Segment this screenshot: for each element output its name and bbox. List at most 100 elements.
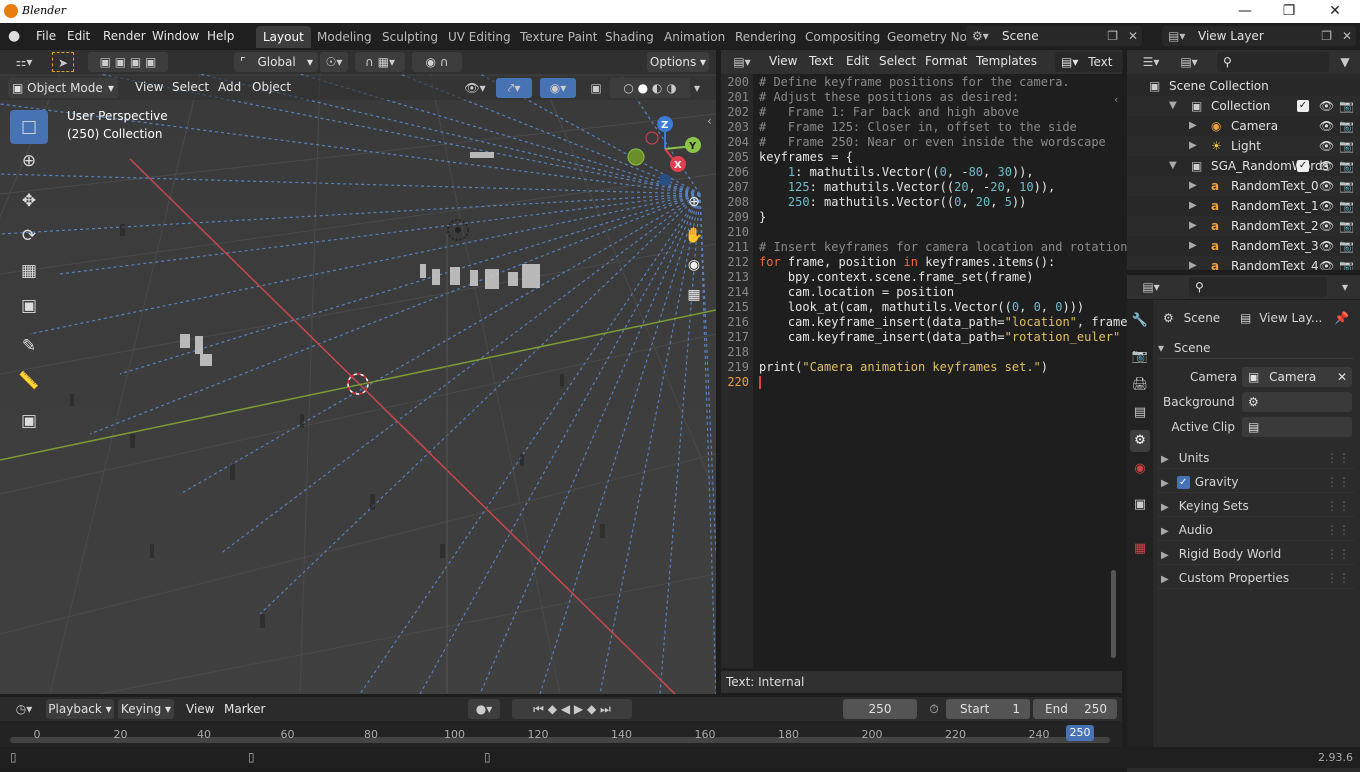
viewport-menu-object[interactable]: Object <box>250 78 293 96</box>
code-line[interactable]: keyframes = { <box>759 150 853 165</box>
playhead-frame[interactable]: 250 <box>1066 725 1094 741</box>
overlays-toggle-icon[interactable]: ◉▾ <box>540 78 576 98</box>
text-menu-view[interactable]: View <box>767 52 799 70</box>
text-menu-select[interactable]: Select <box>877 52 918 70</box>
scene-tab-icon[interactable]: ⚙ <box>1130 430 1150 452</box>
expand-down-icon[interactable]: ▼ <box>1169 96 1177 116</box>
exclude-checkbox[interactable]: ✓ <box>1297 160 1309 172</box>
code-line[interactable]: look_at(cam, mathutils.Vector((0, 0, 0))… <box>759 300 1084 315</box>
object-mode-dropdown[interactable]: ▣ Object Mode ▾ <box>8 78 118 98</box>
timeline-menu-marker[interactable]: Marker <box>222 700 267 718</box>
text-scrollbar[interactable] <box>1111 570 1116 658</box>
play-icon[interactable]: ▶ <box>574 702 583 716</box>
view-layer-selector[interactable]: ▤▾ View Layer ❐ ✕ <box>1162 26 1356 46</box>
end-frame-field[interactable]: End 250 <box>1033 699 1117 719</box>
properties-options-icon[interactable]: ▾ <box>1335 277 1355 297</box>
current-frame-field[interactable]: 250 <box>843 699 917 719</box>
camera-view-icon[interactable]: ◉ <box>684 257 704 277</box>
play-reverse-icon[interactable]: ◀ <box>561 702 570 716</box>
outliner-row[interactable]: ▶ a RandomText_2 👁 📷 <box>1127 216 1360 236</box>
text-datablock-selector[interactable]: ▤▾ Text <box>1055 52 1123 72</box>
transform-tool[interactable]: ▣ <box>10 289 48 323</box>
panel-header[interactable]: ▶ Audio ⋮⋮ <box>1158 519 1354 541</box>
pan-hand-icon[interactable]: ✋ <box>684 226 704 246</box>
display-mode-icon[interactable]: ▤▾ <box>1173 52 1205 72</box>
view-layer-tab-icon[interactable]: ▤ <box>1130 402 1150 424</box>
panel-header[interactable]: ▶ Keying Sets ⋮⋮ <box>1158 495 1354 517</box>
render-camera-icon[interactable]: 📷 <box>1339 236 1354 256</box>
shading-modes-icon[interactable]: ○ ● ◐ ◑ <box>610 78 690 98</box>
jump-end-icon[interactable]: ⏭ <box>600 702 611 716</box>
navigation-gizmo[interactable]: Z Y X <box>625 114 705 194</box>
menu-render[interactable]: Render <box>101 27 148 45</box>
editor-type-icon[interactable]: ⚏▾ <box>8 52 40 72</box>
menu-help[interactable]: Help <box>205 27 236 45</box>
stopwatch-icon[interactable]: ⏱ <box>924 699 944 719</box>
render-camera-icon[interactable]: 📷 <box>1339 256 1354 270</box>
drag-handle-icon[interactable]: ⋮⋮ <box>1326 471 1350 493</box>
ortho-grid-icon[interactable]: ▦ <box>684 287 704 307</box>
gizmo-toggle-icon[interactable]: ⤤▾ <box>496 78 532 98</box>
timeline-editor-type-icon[interactable]: ◷▾ <box>8 699 40 719</box>
maximize-icon[interactable]: ❐ <box>1266 0 1312 23</box>
expand-right-icon[interactable]: ▶ <box>1189 216 1197 236</box>
outliner-editor-type-icon[interactable]: ☰▾ <box>1135 52 1167 72</box>
render-camera-icon[interactable]: 📷 <box>1339 136 1354 156</box>
code-line[interactable]: 125: mathutils.Vector((20, -20, 10)), <box>759 180 1055 195</box>
visibility-eye-icon[interactable]: 👁 <box>1319 196 1334 216</box>
code-line[interactable]: # Adjust these positions as desired: <box>759 90 1019 105</box>
measure-tool[interactable]: 📏 <box>10 364 48 398</box>
outliner-row[interactable]: ▼ ▣ Collection ✓ 👁 📷 <box>1127 96 1360 116</box>
outliner-row[interactable]: ▶ a RandomText_3 👁 📷 <box>1127 236 1360 256</box>
outliner-search-input[interactable]: ⚲ <box>1217 52 1329 72</box>
code-line[interactable]: } <box>759 210 766 225</box>
code-line[interactable]: # Frame 1: Far back and high above <box>759 105 1019 120</box>
jump-start-icon[interactable]: ⏮ <box>533 702 544 716</box>
next-keyframe-icon[interactable]: ◆ <box>587 702 596 716</box>
outliner-row[interactable]: ▣ Scene Collection <box>1127 76 1360 96</box>
minimize-icon[interactable]: — <box>1222 0 1268 23</box>
properties-search-input[interactable]: ⚲ <box>1189 277 1327 297</box>
prev-keyframe-icon[interactable]: ◆ <box>548 702 557 716</box>
code-line[interactable]: bpy.context.scene.frame_set(frame) <box>759 270 1034 285</box>
filter-icon[interactable]: ▼ <box>1335 52 1355 72</box>
text-menu-format[interactable]: Format <box>923 52 969 70</box>
xray-icon[interactable]: ▣ <box>586 78 606 98</box>
viewport-menu-view[interactable]: View <box>133 78 165 96</box>
shading-options-icon[interactable]: ▾ <box>690 78 704 98</box>
visibility-eye-icon[interactable]: 👁 <box>1319 216 1334 236</box>
outliner-row[interactable]: ▶ ◉ Camera 👁 📷 <box>1127 116 1360 136</box>
viewport-menu-add[interactable]: Add <box>216 78 243 96</box>
render-camera-icon[interactable]: 📷 <box>1339 196 1354 216</box>
active-clip-field[interactable]: ▤ <box>1242 417 1352 437</box>
proportional-editing-icon[interactable]: ◉ ∩ <box>412 52 462 72</box>
remove-view-layer-icon[interactable]: ✕ <box>1342 26 1352 46</box>
text-menu-templates[interactable]: Templates <box>974 52 1039 70</box>
code-line[interactable]: cam.keyframe_insert(data_path="location"… <box>759 315 1128 330</box>
drag-handle-icon[interactable]: ⋮⋮ <box>1326 519 1350 541</box>
tab-modeling[interactable]: Modeling <box>310 26 379 48</box>
visibility-eye-icon[interactable]: 👁 <box>1319 256 1334 270</box>
copy-scene-icon[interactable]: ❐ <box>1107 26 1118 46</box>
start-frame-field[interactable]: Start 1 <box>946 699 1030 719</box>
visibility-eye-icon[interactable]: 👁 <box>1319 96 1334 116</box>
drag-handle-icon[interactable]: ⋮⋮ <box>1326 567 1350 589</box>
menu-window[interactable]: Window <box>150 27 201 45</box>
text-editor-type-icon[interactable]: ▤▾ <box>725 52 759 72</box>
code-line[interactable]: # Frame 250: Near or even inside the wor… <box>759 135 1106 150</box>
camera-field[interactable]: ▣ Camera ✕ <box>1242 367 1352 387</box>
render-tab-icon[interactable]: 📷 <box>1130 346 1150 368</box>
rotate-tool[interactable]: ⟳ <box>10 219 48 253</box>
gravity-checkbox[interactable]: ✓ <box>1176 476 1190 489</box>
tab-geometry-nodes[interactable]: Geometry No <box>880 26 974 48</box>
tab-layout[interactable]: Layout <box>256 26 311 48</box>
visibility-icon[interactable]: 👁▾ <box>460 78 490 98</box>
output-tab-icon[interactable]: 🖨 <box>1130 374 1150 396</box>
tab-sculpting[interactable]: Sculpting <box>375 26 445 48</box>
visibility-eye-icon[interactable]: 👁 <box>1319 136 1334 156</box>
expand-right-icon[interactable]: ▶ <box>1189 136 1197 156</box>
render-camera-icon[interactable]: 📷 <box>1339 216 1354 236</box>
visibility-eye-icon[interactable]: 👁 <box>1319 236 1334 256</box>
clear-camera-icon[interactable]: ✕ <box>1337 367 1347 387</box>
select-tool-icon[interactable]: ➤ <box>52 52 74 72</box>
